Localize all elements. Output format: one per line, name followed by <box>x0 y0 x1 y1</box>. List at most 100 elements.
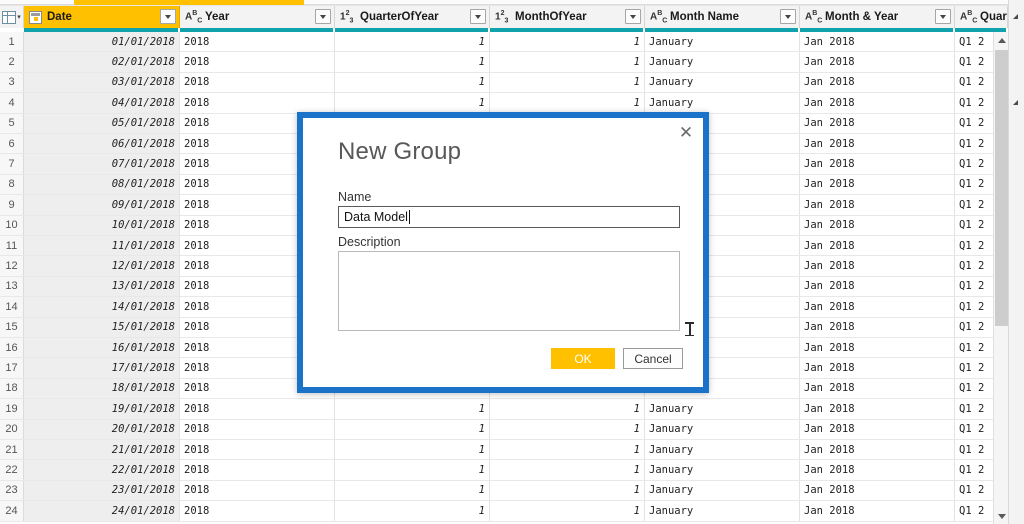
scrollbar-thumb[interactable] <box>995 50 1008 326</box>
table-row[interactable]: 4 04/01/2018 2018 1 1 January Jan 2018 Q1 2 <box>0 93 1008 114</box>
cell-date[interactable]: 13/01/2018 <box>24 276 180 297</box>
cell-monthyear[interactable]: Jan 2018 <box>800 174 955 195</box>
cell-monthnum[interactable]: 1 <box>490 501 645 521</box>
cell-monthyear[interactable]: Jan 2018 <box>800 32 955 52</box>
cell-monthyear[interactable]: Jan 2018 <box>800 440 955 460</box>
cell-monthname[interactable]: January <box>645 72 800 93</box>
cell-monthnum[interactable]: 1 <box>490 480 645 501</box>
cell-quarter[interactable]: 1 <box>335 399 490 419</box>
cell-monthyear[interactable]: Jan 2018 <box>800 154 955 174</box>
column-filter-button[interactable] <box>470 9 486 24</box>
cell-monthnum[interactable]: 1 <box>490 32 645 52</box>
column-filter-button[interactable] <box>625 9 641 24</box>
table-row[interactable]: 19 19/01/2018 2018 1 1 January Jan 2018 Q1 2 <box>0 399 1008 420</box>
cell-date[interactable]: 19/01/2018 <box>24 399 180 419</box>
cell-monthnum[interactable]: 1 <box>490 460 645 480</box>
cell-date[interactable]: 12/01/2018 <box>24 256 180 276</box>
column-header-quartertxt[interactable]: ABC Quar <box>955 6 1008 28</box>
cell-monthyear[interactable]: Jan 2018 <box>800 236 955 256</box>
cell-monthyear[interactable]: Jan 2018 <box>800 215 955 235</box>
cell-monthyear[interactable]: Jan 2018 <box>800 297 955 317</box>
cell-quarter[interactable]: 1 <box>335 440 490 460</box>
cell-quarter[interactable]: 1 <box>335 32 490 52</box>
cell-monthname[interactable]: January <box>645 399 800 419</box>
cell-monthname[interactable]: January <box>645 460 800 480</box>
cell-monthyear[interactable]: Jan 2018 <box>800 460 955 480</box>
cell-date[interactable]: 21/01/2018 <box>24 440 180 460</box>
cell-quarter[interactable]: 1 <box>335 419 490 439</box>
cell-monthnum[interactable]: 1 <box>490 419 645 439</box>
table-row[interactable]: 1 01/01/2018 2018 1 1 January Jan 2018 Q1 2 <box>0 32 1008 53</box>
table-row[interactable]: 22 22/01/2018 2018 1 1 January Jan 2018 Q1 2 <box>0 460 1008 481</box>
column-filter-button[interactable] <box>315 9 331 24</box>
cell-quarter[interactable]: 1 <box>335 480 490 501</box>
cell-monthyear[interactable]: Jan 2018 <box>800 276 955 297</box>
cell-quarter[interactable]: 1 <box>335 501 490 521</box>
column-filter-button[interactable] <box>780 9 796 24</box>
cell-date[interactable]: 18/01/2018 <box>24 378 180 399</box>
table-row[interactable]: 2 02/01/2018 2018 1 1 January Jan 2018 Q1 2 <box>0 52 1008 73</box>
cell-year[interactable]: 2018 <box>180 52 335 72</box>
cell-year[interactable]: 2018 <box>180 480 335 501</box>
select-all-corner-button[interactable]: ▾ <box>0 6 24 28</box>
cell-monthyear[interactable]: Jan 2018 <box>800 134 955 154</box>
cell-year[interactable]: 2018 <box>180 501 335 521</box>
cell-monthyear[interactable]: Jan 2018 <box>800 195 955 215</box>
cell-date[interactable]: 09/01/2018 <box>24 195 180 215</box>
cell-monthyear[interactable]: Jan 2018 <box>800 338 955 358</box>
cell-monthnum[interactable]: 1 <box>490 440 645 460</box>
cell-monthyear[interactable]: Jan 2018 <box>800 93 955 113</box>
cell-monthnum[interactable]: 1 <box>490 93 645 113</box>
cell-date[interactable]: 15/01/2018 <box>24 317 180 337</box>
cell-date[interactable]: 11/01/2018 <box>24 236 180 256</box>
cell-monthname[interactable]: January <box>645 419 800 439</box>
cell-date[interactable]: 06/01/2018 <box>24 134 180 154</box>
cell-year[interactable]: 2018 <box>180 399 335 419</box>
column-header-monthnum[interactable]: 123 MonthOfYear <box>490 6 645 28</box>
column-header-monthyear[interactable]: ABC Month & Year <box>800 6 955 28</box>
table-row[interactable]: 24 24/01/2018 2018 1 1 January Jan 2018 Q1 2 <box>0 501 1008 522</box>
cell-monthname[interactable]: January <box>645 480 800 501</box>
vertical-scrollbar[interactable] <box>993 32 1008 524</box>
cell-year[interactable]: 2018 <box>180 419 335 439</box>
cell-monthyear[interactable]: Jan 2018 <box>800 113 955 133</box>
cell-monthnum[interactable]: 1 <box>490 72 645 93</box>
cell-monthyear[interactable]: Jan 2018 <box>800 72 955 93</box>
column-header-date[interactable]: Date <box>24 6 180 28</box>
cell-year[interactable]: 2018 <box>180 72 335 93</box>
cell-date[interactable]: 08/01/2018 <box>24 174 180 195</box>
cell-date[interactable]: 20/01/2018 <box>24 419 180 439</box>
cell-monthyear[interactable]: Jan 2018 <box>800 317 955 337</box>
panel-collapse-arrow-icon[interactable] <box>1013 14 1018 19</box>
cell-date[interactable]: 03/01/2018 <box>24 72 180 93</box>
cell-date[interactable]: 16/01/2018 <box>24 338 180 358</box>
cell-date[interactable]: 22/01/2018 <box>24 460 180 480</box>
description-input[interactable] <box>338 251 680 331</box>
cell-date[interactable]: 14/01/2018 <box>24 297 180 317</box>
cell-year[interactable]: 2018 <box>180 440 335 460</box>
cell-monthyear[interactable]: Jan 2018 <box>800 256 955 276</box>
column-header-quarter[interactable]: 123 QuarterOfYear <box>335 6 490 28</box>
cell-monthname[interactable]: January <box>645 52 800 72</box>
close-icon[interactable]: ✕ <box>673 120 699 144</box>
cell-monthyear[interactable]: Jan 2018 <box>800 399 955 419</box>
column-filter-button[interactable] <box>160 9 176 24</box>
cell-year[interactable]: 2018 <box>180 460 335 480</box>
ok-button[interactable]: OK <box>551 348 615 369</box>
cell-date[interactable]: 04/01/2018 <box>24 93 180 113</box>
table-row[interactable]: 21 21/01/2018 2018 1 1 January Jan 2018 Q1 2 <box>0 440 1008 461</box>
table-row[interactable]: 23 23/01/2018 2018 1 1 January Jan 2018 Q1 2 <box>0 480 1008 502</box>
cell-year[interactable]: 2018 <box>180 32 335 52</box>
cell-monthname[interactable]: January <box>645 32 800 52</box>
column-header-year[interactable]: ABC Year <box>180 6 335 28</box>
column-filter-button[interactable] <box>935 9 951 24</box>
cell-date[interactable]: 23/01/2018 <box>24 480 180 501</box>
cell-monthyear[interactable]: Jan 2018 <box>800 501 955 521</box>
cell-monthnum[interactable]: 1 <box>490 52 645 72</box>
scroll-down-button[interactable] <box>994 508 1009 524</box>
cell-monthyear[interactable]: Jan 2018 <box>800 480 955 501</box>
cell-date[interactable]: 24/01/2018 <box>24 501 180 521</box>
cell-monthyear[interactable]: Jan 2018 <box>800 378 955 399</box>
scroll-up-button[interactable] <box>994 32 1009 48</box>
table-row[interactable]: 3 03/01/2018 2018 1 1 January Jan 2018 Q1 2 <box>0 72 1008 94</box>
